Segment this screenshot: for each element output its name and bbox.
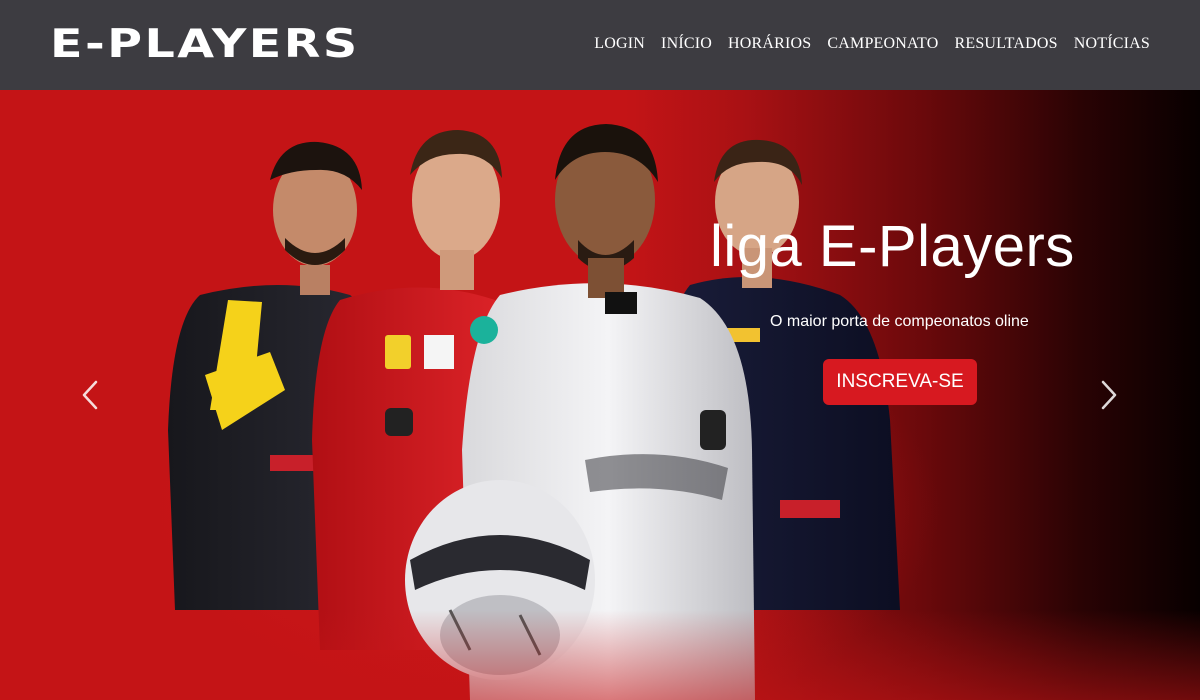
nav-link-campeonato[interactable]: CAMPEONATO (827, 34, 938, 54)
nav-link-login[interactable]: LOGIN (594, 34, 645, 54)
chevron-right-icon (1101, 380, 1117, 410)
navbar: E-PLAYERS LOGIN INÍCIO HORÁRIOS CAMPEONA… (0, 0, 1200, 90)
hero-subtitle: O maior porta de compeonatos oline (770, 313, 1029, 330)
chevron-left-icon (82, 380, 98, 410)
brand-logo[interactable]: E-PLAYERS (50, 22, 360, 68)
nav-link-resultados[interactable]: RESULTADOS (954, 34, 1057, 54)
main-nav: LOGIN INÍCIO HORÁRIOS CAMPEONATO RESULTA… (594, 34, 1150, 54)
hero-title: liga E-Players (710, 214, 1075, 279)
signup-button[interactable]: INSCREVA-SE (823, 359, 977, 405)
carousel-prev-button[interactable] (75, 378, 105, 412)
carousel-next-button[interactable] (1094, 378, 1124, 412)
nav-link-noticias[interactable]: NOTÍCIAS (1074, 34, 1150, 54)
nav-link-horarios[interactable]: HORÁRIOS (728, 34, 811, 54)
nav-link-inicio[interactable]: INÍCIO (661, 34, 712, 54)
hero-image (0, 124, 1200, 700)
hero-carousel: liga E-Players O maior porta de compeona… (0, 90, 1200, 700)
